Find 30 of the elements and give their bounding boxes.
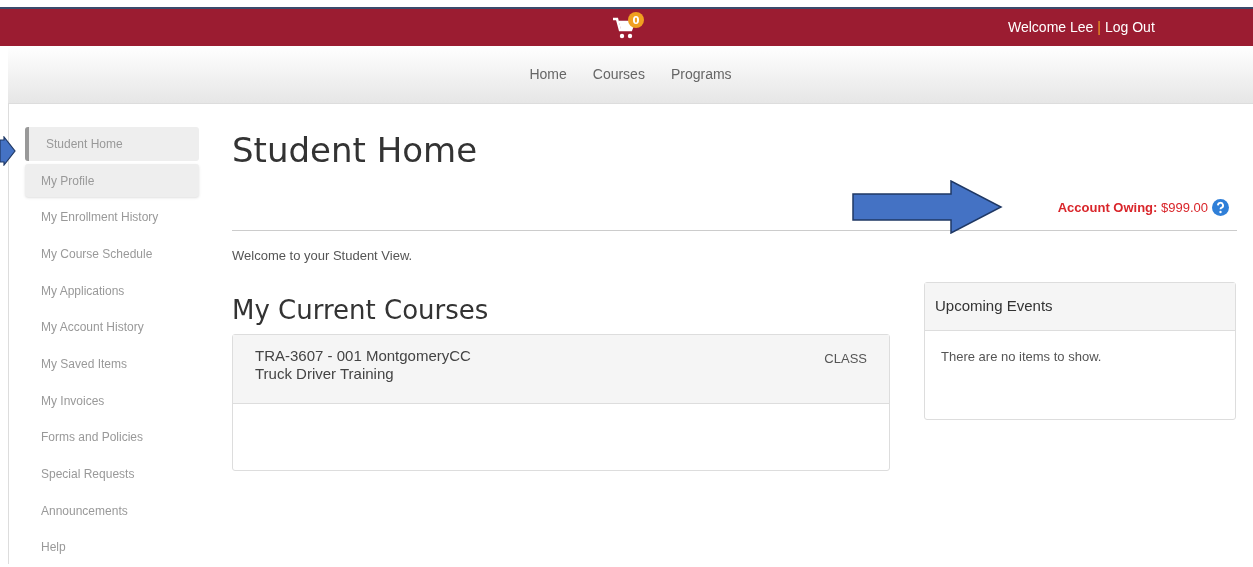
nav-link[interactable]: Home [529,64,567,85]
sidebar-item[interactable]: My Account History [25,310,199,345]
cart-count-badge: 0 [628,12,644,28]
sidebar-item[interactable]: My Profile [25,163,199,198]
sidebar-item[interactable]: My Applications [25,273,199,308]
sidebar-item[interactable]: My Invoices [25,383,199,418]
section-heading: My Current Courses [232,293,489,326]
sidebar-item[interactable]: Special Requests [25,457,199,491]
welcome-message: Welcome to your Student View. [232,247,413,265]
panel-heading: Upcoming Events [935,295,1053,316]
welcome-text: Welcome Lee [1008,18,1094,37]
separator-text: | [1097,18,1101,37]
sidebar-item[interactable]: My Course Schedule [25,237,199,271]
logout-link[interactable]: Log Out [1105,17,1155,38]
help-icon[interactable] [1212,198,1229,216]
course-name: Truck Driver Training [255,365,394,383]
sidebar-item[interactable]: Help [25,530,199,565]
nav-link[interactable]: Courses [592,64,645,85]
course-code[interactable]: TRA-3607 - 001 MontgomeryCC [255,347,471,365]
sidebar-item[interactable]: My Enrollment History [25,200,199,234]
sidebar-item[interactable]: Student Home [25,127,199,161]
nav-link[interactable]: Programs [670,64,732,85]
course-type-label: CLASS [824,350,867,368]
sidebar-item[interactable]: My Saved Items [25,347,199,381]
annotation-arrow [0,136,16,166]
empty-message: There are no items to show. [941,348,1102,364]
account-owing-text: Account Owing: $999.00 [1057,198,1208,217]
sidebar-item[interactable]: Announcements [25,493,199,528]
sidebar-item[interactable]: Forms and Policies [25,420,199,455]
page-title: Student Home [232,129,478,172]
